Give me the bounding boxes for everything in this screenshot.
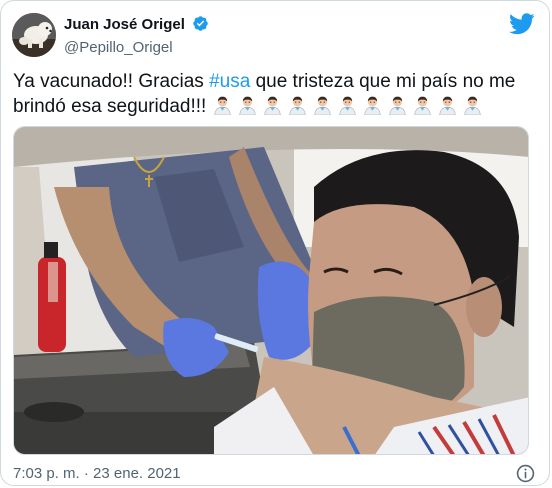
- man-health-worker-emoji: [287, 94, 308, 116]
- avatar-photo: [12, 13, 56, 57]
- man-health-worker-emoji: [387, 94, 408, 116]
- tweet-header: Juan José Origel @Pepillo_Origel: [12, 11, 535, 59]
- photo-vaccination-in-car: [14, 127, 528, 454]
- man-health-worker-emoji: [212, 94, 233, 116]
- tweet-timestamp[interactable]: 7:03 p. m. · 23 ene. 2021: [13, 464, 181, 484]
- verified-badge-icon: [192, 15, 209, 37]
- tweet-text: Ya vacunado!! Gracias #usa que tristeza …: [13, 69, 533, 119]
- twitter-bird-icon[interactable]: [509, 13, 535, 40]
- man-health-worker-emoji: [237, 94, 258, 116]
- hashtag-link[interactable]: #usa: [209, 71, 250, 92]
- man-health-worker-emoji: [412, 94, 433, 116]
- tweet-photo[interactable]: [13, 126, 529, 455]
- author-handle[interactable]: @Pepillo_Origel: [64, 38, 209, 57]
- info-icon[interactable]: [516, 464, 535, 488]
- author-display-name[interactable]: Juan José Origel: [64, 15, 185, 34]
- man-health-worker-emoji: [262, 94, 283, 116]
- emoji-row: [212, 96, 487, 117]
- avatar[interactable]: [12, 13, 56, 57]
- man-health-worker-emoji: [312, 94, 333, 116]
- tweet-text-part: Ya vacunado!! Gracias: [13, 71, 210, 92]
- tweet-card[interactable]: Juan José Origel @Pepillo_Origel Ya vacu…: [0, 0, 550, 486]
- man-health-worker-emoji: [437, 94, 458, 116]
- man-health-worker-emoji: [462, 94, 483, 116]
- man-health-worker-emoji: [362, 94, 383, 116]
- man-health-worker-emoji: [337, 94, 358, 116]
